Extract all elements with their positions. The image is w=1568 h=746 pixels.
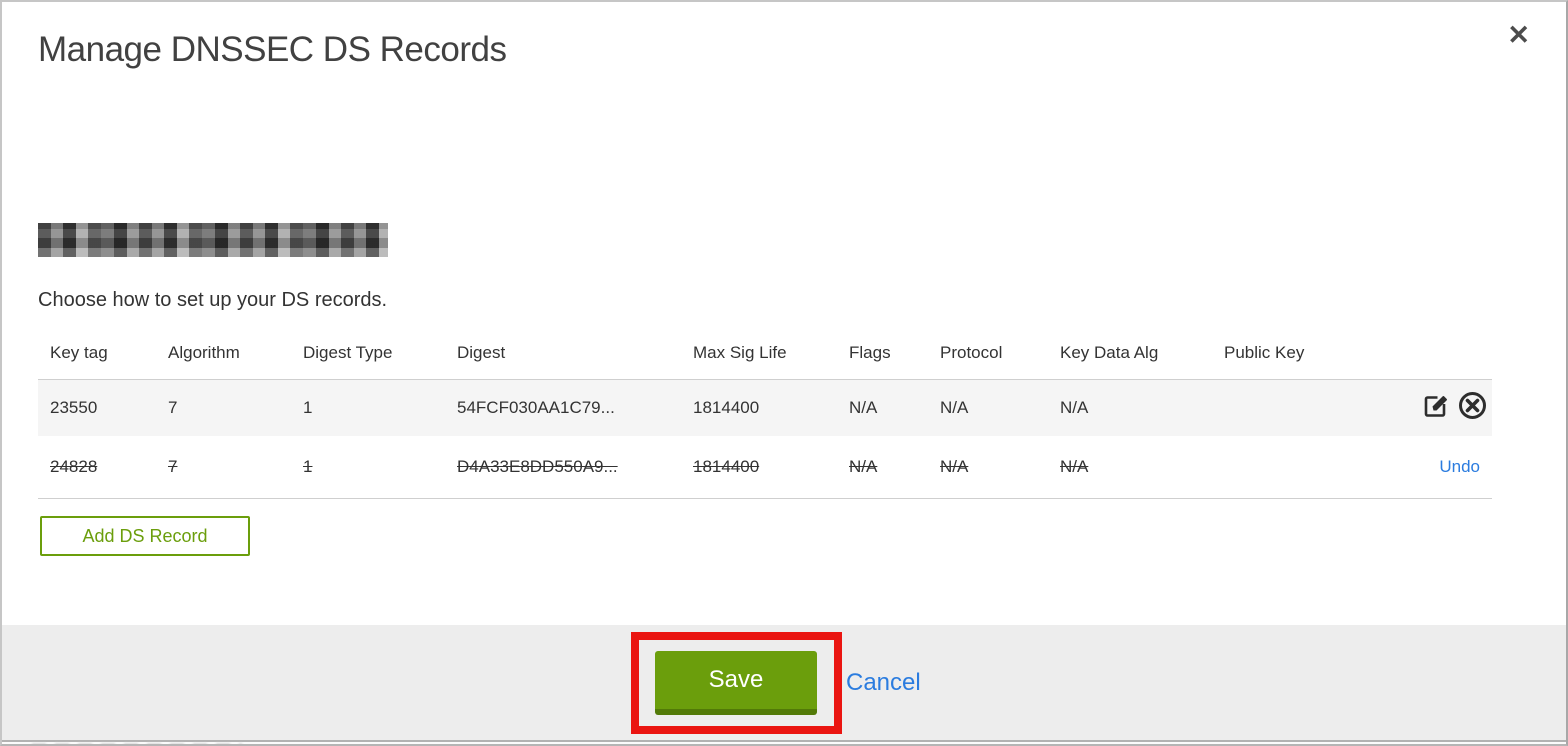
column-header-public-key: Public Key (1224, 343, 1305, 363)
table-row: 23550 7 1 54FCF030AA1C79... 1814400 N/A … (38, 379, 1492, 436)
cell-row-actions (1362, 379, 1492, 436)
cell-flags: N/A (849, 397, 878, 417)
close-icon[interactable]: ✕ (1507, 22, 1530, 49)
cell-protocol: N/A (940, 456, 969, 476)
cell-key-tag: 24828 (50, 456, 98, 476)
cancel-link[interactable]: Cancel (846, 669, 921, 697)
column-header-digest-type: Digest Type (303, 343, 393, 363)
column-header-protocol: Protocol (940, 343, 1003, 363)
save-button[interactable]: Save (655, 651, 817, 715)
instruction-text: Choose how to set up your DS records. (38, 289, 388, 311)
cell-protocol: N/A (940, 397, 969, 417)
add-ds-record-button[interactable]: Add DS Record (40, 516, 250, 556)
cell-flags: N/A (849, 456, 878, 476)
cell-algorithm: 7 (168, 456, 178, 476)
cell-max-sig-life: 1814400 (693, 456, 760, 476)
cell-public-key (1224, 379, 1362, 436)
cell-digest-type: 1 (303, 456, 313, 476)
cell-row-actions: Undo (1362, 436, 1492, 498)
column-header-max-sig-life: Max Sig Life (693, 343, 787, 363)
dnssec-modal: Manage DNSSEC DS Records ✕ Choose how to… (0, 0, 1568, 746)
column-header-digest: Digest (457, 343, 506, 363)
column-header-flags: Flags (849, 343, 891, 363)
edit-icon[interactable] (1420, 390, 1451, 426)
column-header-key-data-alg: Key Data Alg (1060, 343, 1159, 363)
column-header-key-tag: Key tag (50, 343, 108, 363)
cell-key-tag: 23550 (50, 397, 98, 417)
domain-name-redacted (38, 223, 388, 257)
page-title: Manage DNSSEC DS Records (38, 30, 507, 69)
column-header-algorithm: Algorithm (168, 343, 240, 363)
cell-key-data-alg: N/A (1060, 456, 1089, 476)
table-row-pending-delete: 24828 7 1 D4A33E8DD550A9... 1814400 N/A … (38, 436, 1492, 498)
column-header-actions (1362, 328, 1492, 379)
cell-digest: D4A33E8DD550A9... (457, 456, 618, 476)
cell-algorithm: 7 (168, 397, 178, 417)
cell-digest: 54FCF030AA1C79... (457, 397, 615, 417)
cell-public-key (1224, 436, 1362, 498)
table-header-row: Key tag Algorithm Digest Type Digest Max… (38, 328, 1492, 379)
delete-icon[interactable] (1457, 390, 1488, 426)
cell-max-sig-life: 1814400 (693, 397, 760, 417)
cell-key-data-alg: N/A (1060, 397, 1089, 417)
cell-digest-type: 1 (303, 397, 313, 417)
undo-link[interactable]: Undo (1439, 457, 1480, 476)
ds-records-table: Key tag Algorithm Digest Type Digest Max… (38, 328, 1492, 499)
